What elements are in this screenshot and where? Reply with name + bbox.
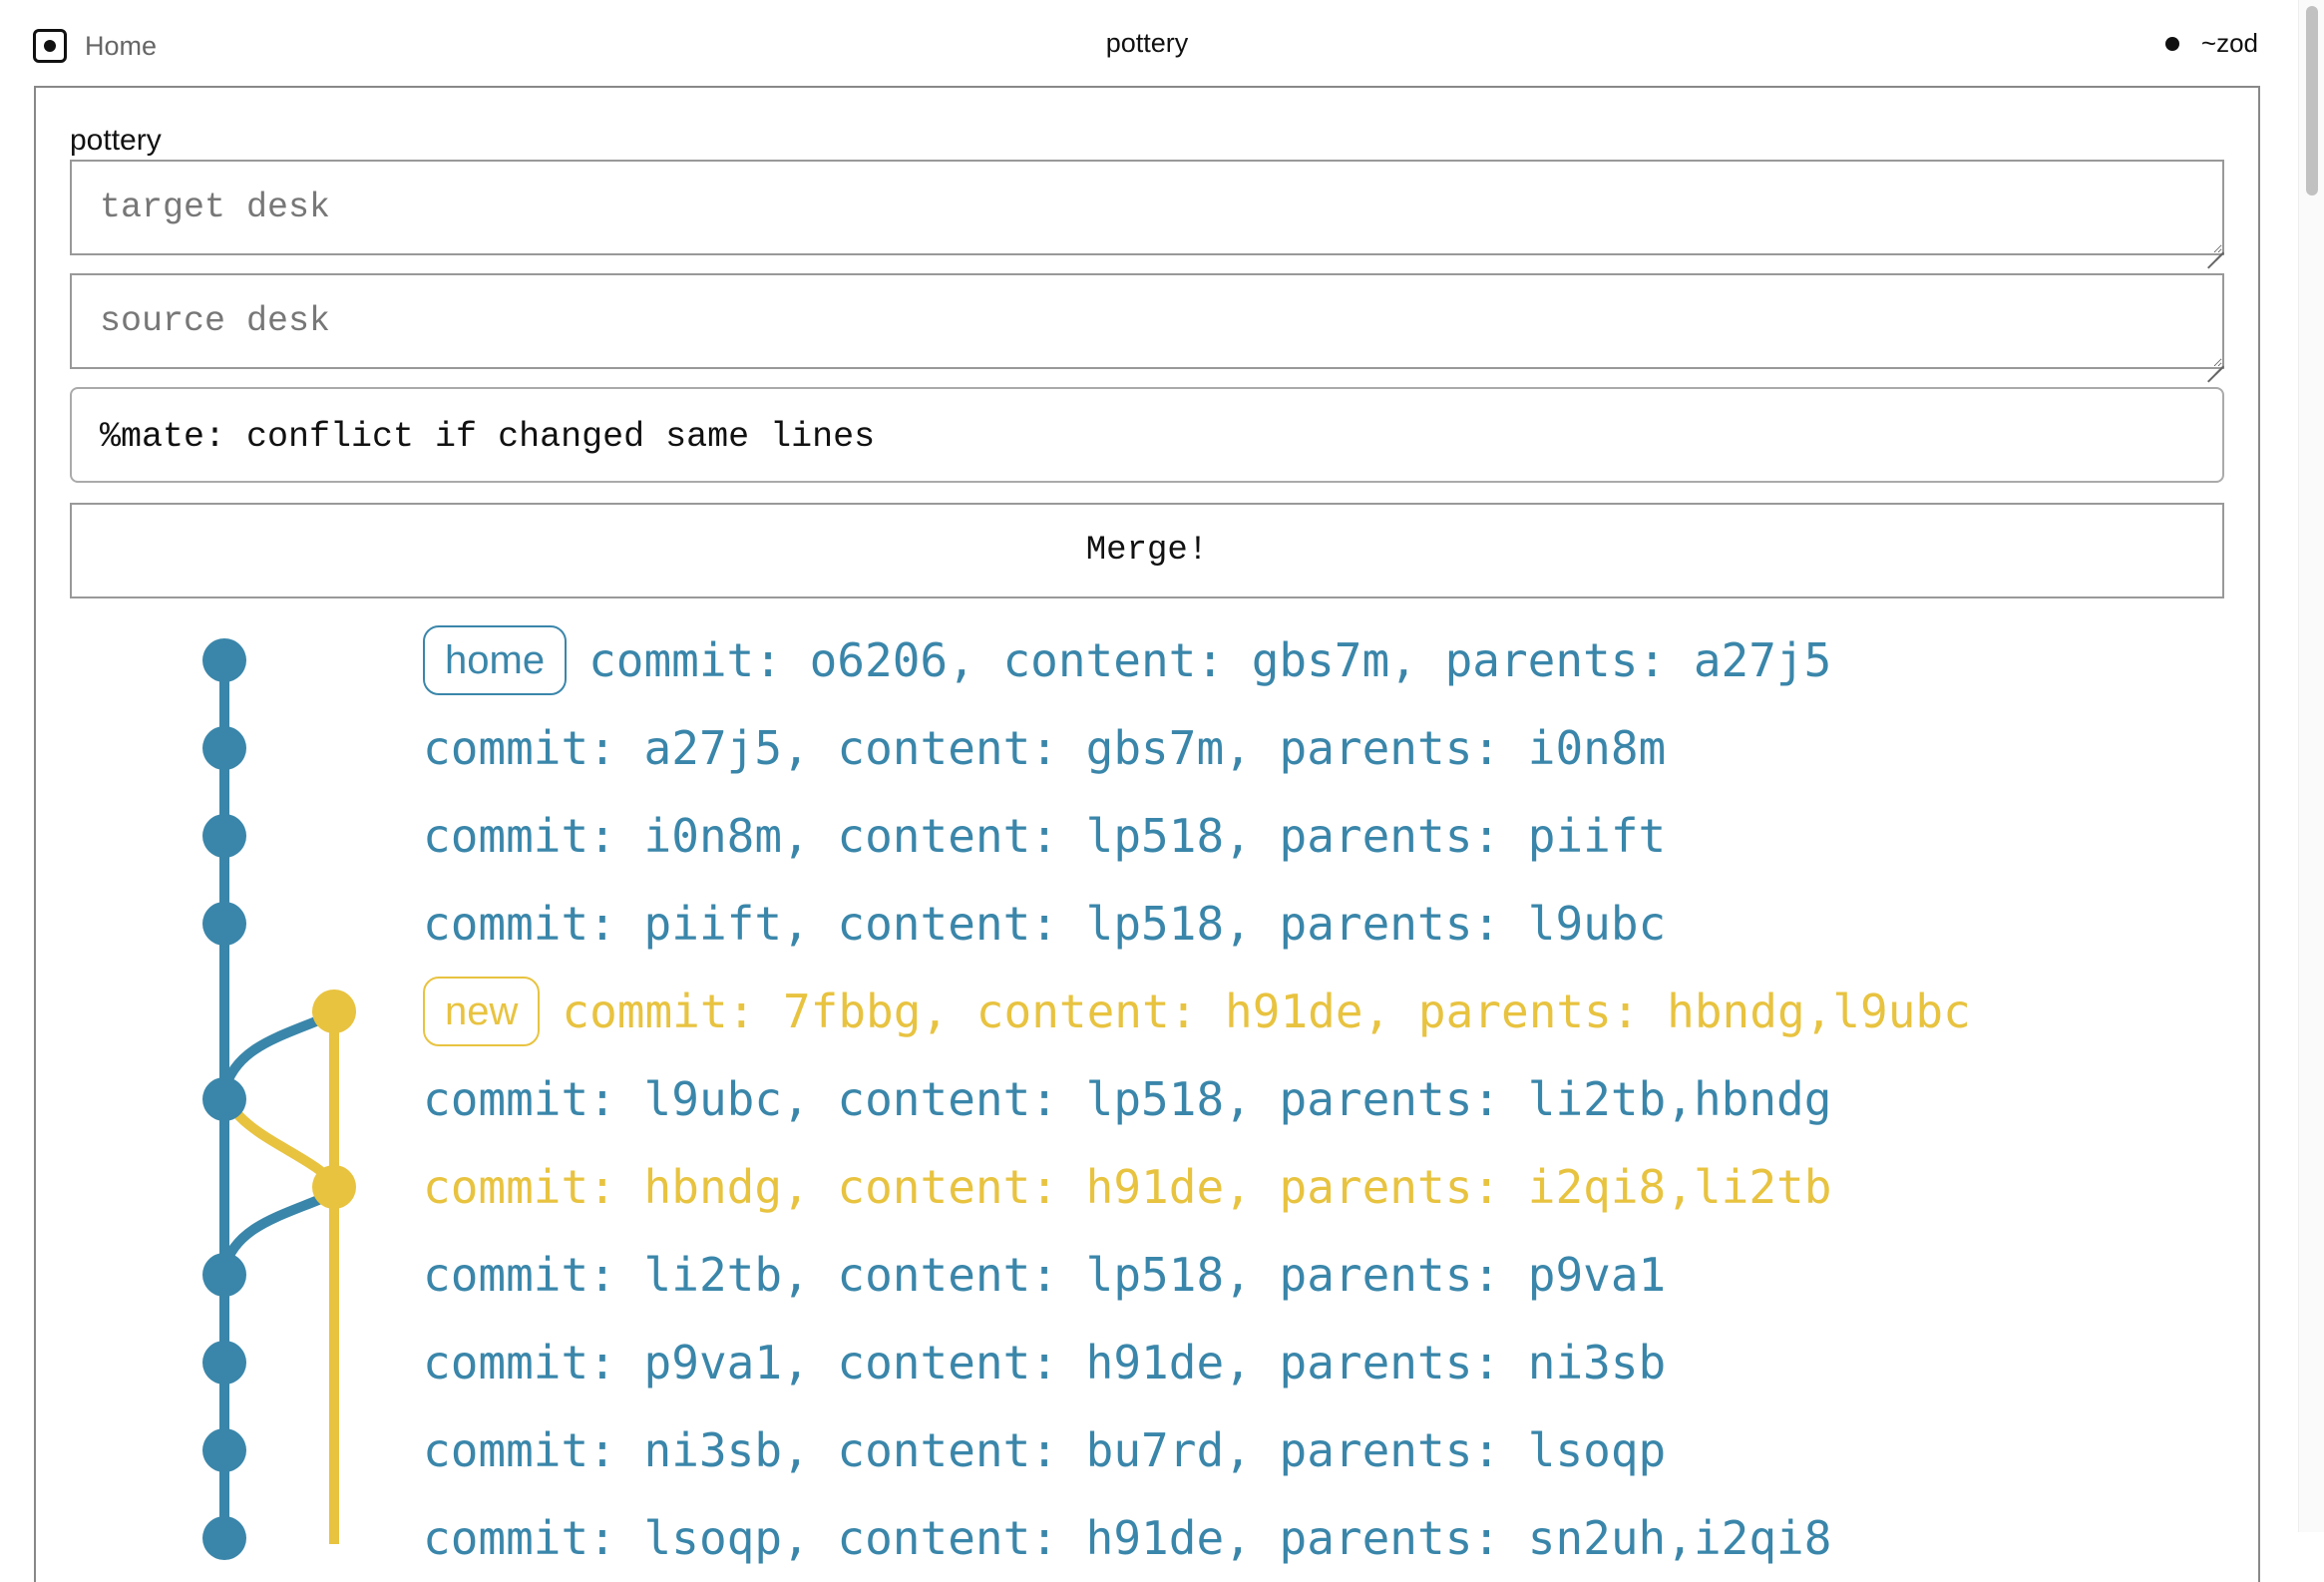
commit-row[interactable]: commit: p9va1, content: h91de, parents: … <box>423 1333 1666 1392</box>
commit-row[interactable]: commit: li2tb, content: lp518, parents: … <box>423 1245 1666 1305</box>
commit-node[interactable] <box>312 989 356 1033</box>
scroll-thumb[interactable] <box>2306 6 2318 196</box>
commit-text: commit: l9ubc, content: lp518, parents: … <box>423 1072 1832 1126</box>
commit-text: commit: piift, content: lp518, parents: … <box>423 897 1667 951</box>
app-panel: pottery %mate: conflict if changed same … <box>34 86 2260 1582</box>
commit-row[interactable]: commit: a27j5, content: gbs7m, parents: … <box>423 718 1666 778</box>
commit-node[interactable] <box>312 1165 356 1209</box>
commit-text: commit: lsoqp, content: h91de, parents: … <box>423 1511 1832 1565</box>
top-bar: Home pottery ~zod <box>0 0 2324 88</box>
merge-curve <box>219 1010 333 1093</box>
commit-text: commit: 7fbbg, content: h91de, parents: … <box>562 985 1971 1038</box>
commit-row[interactable]: commit: i0n8m, content: lp518, parents: … <box>423 806 1666 866</box>
commit-row[interactable]: commit: piift, content: lp518, parents: … <box>423 894 1666 954</box>
scrollbar[interactable] <box>2298 0 2324 1532</box>
commit-tag-home: home <box>423 625 568 695</box>
commit-node[interactable] <box>202 1253 246 1297</box>
commit-node[interactable] <box>202 902 246 946</box>
commit-row[interactable]: commit: lsoqp, content: h91de, parents: … <box>423 1508 1831 1568</box>
commit-text: commit: hbndg, content: h91de, parents: … <box>423 1160 1832 1214</box>
commit-text: commit: li2tb, content: lp518, parents: … <box>423 1248 1667 1302</box>
app-title: pottery <box>1105 28 1189 58</box>
user-name: ~zod <box>2200 28 2258 58</box>
commit-row[interactable]: commit: l9ubc, content: lp518, parents: … <box>423 1069 1831 1129</box>
commit-text: commit: a27j5, content: gbs7m, parents: … <box>423 721 1667 775</box>
commit-node[interactable] <box>202 1077 246 1121</box>
commit-row[interactable]: commit: ni3sb, content: bu7rd, parents: … <box>423 1420 1666 1480</box>
commit-node[interactable] <box>202 1428 246 1472</box>
commit-text: commit: o6206, content: gbs7m, parents: … <box>588 633 1832 687</box>
commit-node[interactable] <box>202 638 246 682</box>
commit-node[interactable] <box>202 1341 246 1384</box>
commit-row[interactable]: commit: hbndg, content: h91de, parents: … <box>423 1157 1831 1217</box>
merge-curve <box>219 1190 333 1271</box>
commit-tag-new: new <box>423 977 541 1046</box>
commit-text: commit: p9va1, content: h91de, parents: … <box>423 1336 1667 1389</box>
user-indicator: ~zod <box>2164 28 2258 59</box>
commit-node[interactable] <box>202 814 246 858</box>
commit-text: commit: ni3sb, content: bu7rd, parents: … <box>423 1423 1667 1477</box>
commit-node[interactable] <box>202 1516 246 1560</box>
commit-node[interactable] <box>202 726 246 770</box>
commit-row[interactable]: new commit: 7fbbg, content: h91de, parent… <box>423 977 1971 1046</box>
status-dot-icon <box>2164 36 2179 51</box>
commit-row[interactable]: home commit: o6206, content: gbs7m, paren… <box>423 625 1832 695</box>
commit-text: commit: i0n8m, content: lp518, parents: … <box>423 809 1667 863</box>
